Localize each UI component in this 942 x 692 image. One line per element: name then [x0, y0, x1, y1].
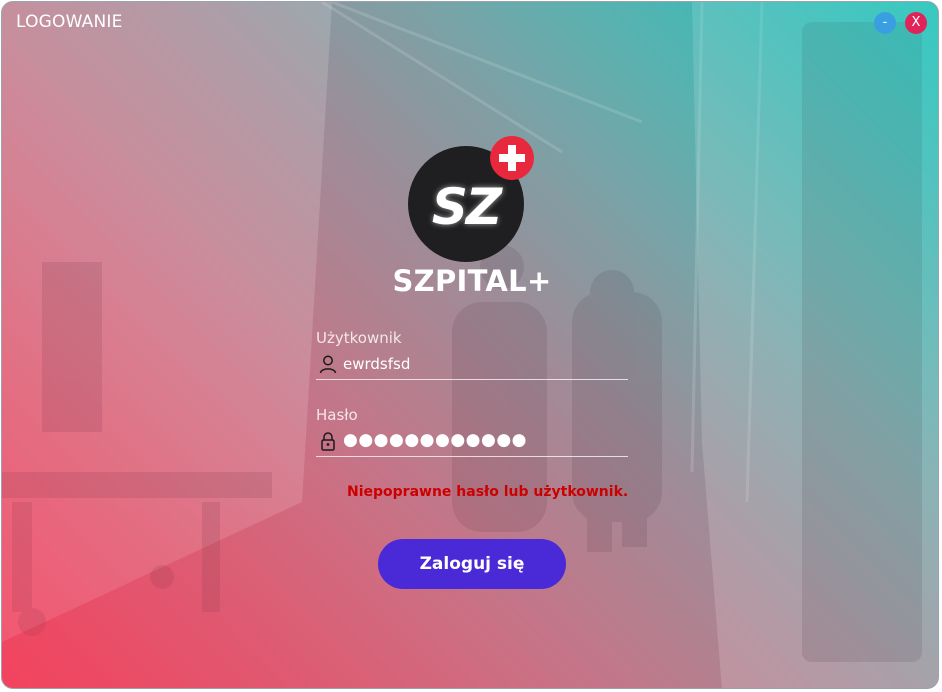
error-message: Niepoprawne hasło lub użytkownik.	[347, 484, 629, 500]
app-logo: SZ	[408, 136, 536, 262]
minimize-button[interactable]: -	[874, 12, 896, 34]
user-icon	[319, 355, 337, 374]
login-button[interactable]: Zaloguj się	[378, 539, 566, 589]
password-value: ●●●●●●●●●●●●	[343, 430, 528, 450]
password-field[interactable]: ●●●●●●●●●●●●	[316, 428, 628, 457]
password-label: Hasło	[316, 406, 358, 424]
window-title: LOGOWANIE	[16, 12, 123, 32]
lock-icon	[321, 432, 335, 451]
logo-text: SZ	[431, 178, 502, 236]
login-window: LOGOWANIE - X SZ SZPITAL+ Użytkownik ewr…	[1, 1, 939, 689]
app-name: SZPITAL+	[392, 264, 552, 298]
username-value: ewrdsfsd	[343, 355, 411, 373]
plus-icon	[490, 136, 534, 180]
username-field[interactable]: ewrdsfsd	[316, 351, 628, 380]
username-label: Użytkownik	[316, 329, 402, 347]
close-button[interactable]: X	[905, 12, 927, 34]
